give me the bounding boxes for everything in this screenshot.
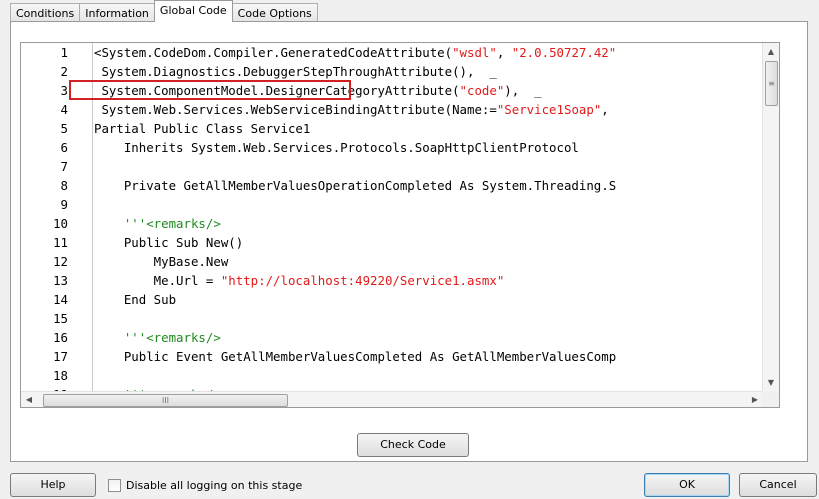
code-token: "2.0.50727.42"	[511, 45, 617, 60]
code-token: Inherits System.Web.Services.Protocols.S…	[94, 140, 579, 155]
check-code-button[interactable]: Check Code	[357, 433, 469, 457]
code-token: System.Diagnostics.DebuggerStepThroughAt…	[94, 64, 497, 79]
code-token: '''<remarks/>	[94, 216, 221, 231]
code-token: Public Event GetAllMemberValuesCompleted…	[94, 349, 617, 364]
disable-logging-option[interactable]: Disable all logging on this stage	[108, 477, 302, 493]
horizontal-scrollbar[interactable]: ◀ III ▶	[21, 391, 763, 407]
scroll-left-icon[interactable]: ◀	[21, 392, 37, 407]
code-line: System.ComponentModel.DesignerCategoryAt…	[93, 81, 762, 100]
code-token: "code"	[459, 83, 505, 98]
line-number: 12	[53, 254, 68, 269]
line-number-gutter: 12345678910111213141516171819	[21, 43, 93, 402]
code-token: "wsdl"	[452, 45, 497, 60]
scroll-down-icon[interactable]: ▼	[763, 374, 779, 391]
line-number: 7	[60, 159, 68, 174]
code-line: Partial Public Class Service1	[93, 119, 762, 138]
code-line: Public Event GetAllMemberValuesCompleted…	[93, 347, 762, 366]
tab-code-options[interactable]: Code Options	[231, 3, 318, 22]
line-number: 11	[53, 235, 68, 250]
code-line: End Sub	[93, 290, 762, 309]
code-token: Public Sub New()	[94, 235, 244, 250]
ok-button[interactable]: OK	[644, 473, 730, 497]
code-line: Me.Url = "http://localhost:49220/Service…	[93, 271, 762, 290]
line-number: 15	[53, 311, 68, 326]
code-token: System.Web.Services.WebServiceBindingAtt…	[94, 102, 497, 117]
tab-global-code[interactable]: Global Code	[153, 0, 233, 22]
scrollbar-corner	[762, 391, 779, 407]
line-number: 6	[60, 140, 68, 155]
code-line: <System.CodeDom.Compiler.GeneratedCodeAt…	[93, 43, 762, 62]
line-number: 5	[60, 121, 68, 136]
scroll-right-icon[interactable]: ▶	[747, 392, 763, 407]
code-token: '''<remarks/>	[94, 330, 221, 345]
code-line: Private GetAllMemberValuesOperationCompl…	[93, 176, 762, 195]
cancel-button[interactable]: Cancel	[739, 473, 817, 497]
code-token: ), _	[504, 83, 542, 98]
code-line: System.Diagnostics.DebuggerStepThroughAt…	[93, 62, 762, 81]
line-number: 8	[60, 178, 68, 193]
line-number: 13	[53, 273, 68, 288]
code-token: Partial Public Class Service1	[94, 121, 311, 136]
code-token: <System.CodeDom.Compiler.GeneratedCodeAt…	[94, 45, 453, 60]
code-token: "Service1Soap"	[496, 102, 602, 117]
line-number: 2	[60, 64, 68, 79]
code-token: ,	[496, 45, 512, 60]
line-number: 10	[53, 216, 68, 231]
code-line: Inherits System.Web.Services.Protocols.S…	[93, 138, 762, 157]
line-number: 18	[53, 368, 68, 383]
disable-logging-label: Disable all logging on this stage	[126, 478, 303, 492]
line-number: 9	[60, 197, 68, 212]
line-number: 14	[53, 292, 68, 307]
line-number: 3	[60, 83, 68, 98]
disable-logging-checkbox[interactable]	[108, 478, 121, 492]
code-editor[interactable]: 12345678910111213141516171819 <System.Co…	[20, 42, 780, 408]
code-line: '''<remarks/>	[93, 214, 762, 233]
code-area[interactable]: <System.CodeDom.Compiler.GeneratedCodeAt…	[93, 43, 762, 391]
tab-information[interactable]: Information	[79, 3, 155, 22]
code-token: ,	[601, 102, 609, 117]
code-line: '''<remarks/>	[93, 328, 762, 347]
code-token: Me.Url =	[94, 273, 221, 288]
line-number: 16	[53, 330, 68, 345]
line-number: 1	[60, 45, 68, 60]
code-token: "http://localhost:49220/Service1.asmx"	[220, 273, 505, 288]
code-token: End Sub	[94, 292, 177, 307]
code-token: MyBase.New	[94, 254, 229, 269]
vertical-scroll-thumb[interactable]: ≡	[765, 61, 778, 106]
tab-strip: Conditions Information Global Code Code …	[10, 0, 318, 22]
code-line: System.Web.Services.WebServiceBindingAtt…	[93, 100, 762, 119]
help-button[interactable]: Help	[10, 473, 96, 497]
line-number: 4	[60, 102, 68, 117]
code-token: Private GetAllMemberValuesOperationCompl…	[94, 178, 617, 193]
scroll-up-icon[interactable]: ▲	[763, 43, 779, 60]
line-number: 17	[53, 349, 68, 364]
horizontal-scroll-thumb[interactable]: III	[43, 394, 288, 407]
code-line: MyBase.New	[93, 252, 762, 271]
tab-conditions[interactable]: Conditions	[10, 3, 81, 22]
code-line: Public Sub New()	[93, 233, 762, 252]
code-token: System.ComponentModel.DesignerCategoryAt…	[94, 83, 460, 98]
vertical-scrollbar[interactable]: ▲ ≡ ▼	[762, 43, 779, 391]
